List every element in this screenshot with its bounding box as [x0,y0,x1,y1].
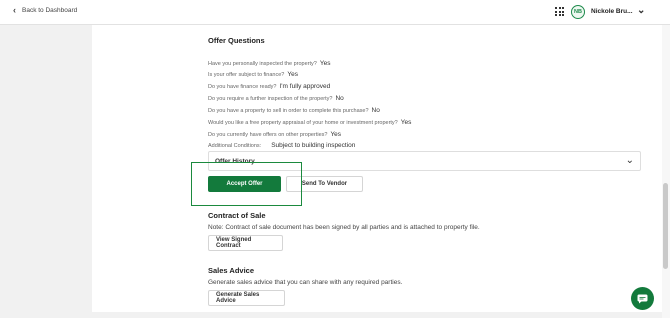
view-signed-contract-button[interactable]: View Signed Contract [208,235,283,251]
answer-text: Yes [400,119,412,126]
back-to-dashboard-link[interactable]: ‹ Back to Dashboard [13,6,77,15]
question-text: Additional Conditions: [208,143,262,149]
chat-icon [637,294,648,303]
generate-sales-advice-button[interactable]: Generate Sales Advice [208,290,285,306]
user-name[interactable]: Nickole Bru... [591,8,633,15]
top-bar: ‹ Back to Dashboard NB Nickole Bru... ⌄ [0,0,670,25]
clipped-text [208,20,268,24]
contract-note: Note: Contract of sale document has been… [208,224,480,231]
scrollbar[interactable] [662,25,670,318]
question-row: Additional Conditions: Subject to buildin… [208,134,355,152]
avatar[interactable]: NB [571,5,585,19]
answer-text: Subject to building inspection [271,142,356,149]
grid-icon[interactable] [555,7,564,16]
sales-advice-title: Sales Advice [208,266,254,275]
contract-of-sale-title: Contract of Sale [208,211,266,220]
sales-advice-note: Generate sales advice that you can share… [208,279,403,286]
scrollbar-thumb[interactable] [663,183,668,269]
answer-text: Yes [319,60,331,67]
offer-questions-title: Offer Questions [208,36,265,45]
back-label: Back to Dashboard [22,7,78,14]
accept-offer-button[interactable]: Accept Offer [208,176,281,192]
chevron-left-icon: ‹ [13,5,16,15]
chat-button[interactable] [631,287,654,310]
chevron-down-icon[interactable]: ⌄ [637,5,645,16]
chevron-down-icon[interactable]: ⌄ [626,155,634,166]
